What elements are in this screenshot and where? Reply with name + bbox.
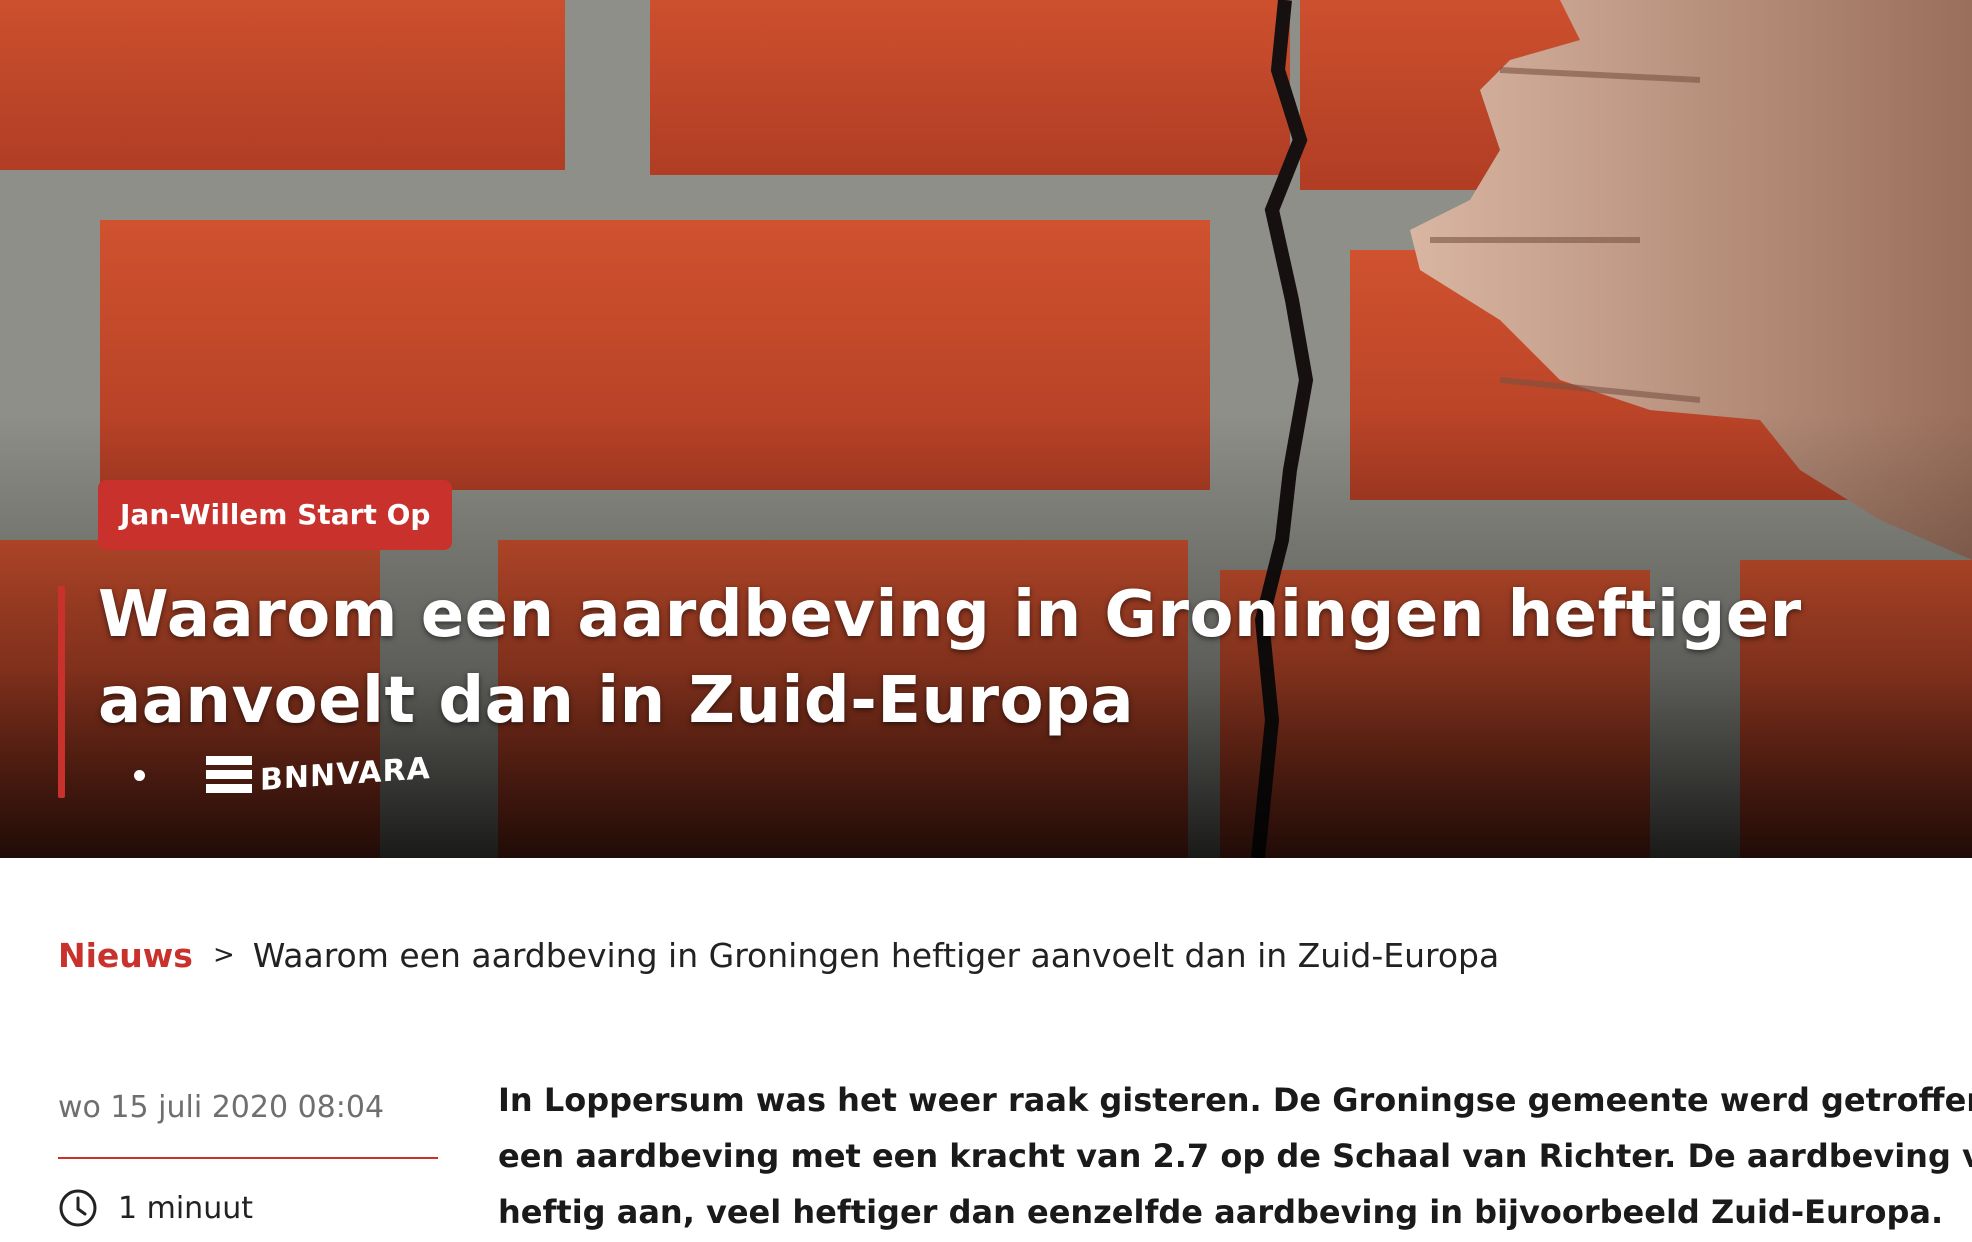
breadcrumb-current: Waarom een aardbeving in Groningen hefti… — [252, 935, 1500, 975]
clock-icon — [59, 1189, 97, 1227]
read-time-label: 1 minuut — [118, 1190, 253, 1226]
article-lead: In Loppersum was het weer raak gisteren.… — [498, 1072, 1972, 1240]
bullet-dot — [134, 770, 145, 781]
brand-logo-text: BNNVARA — [260, 750, 431, 798]
breadcrumb-home-link[interactable]: Nieuws — [58, 936, 193, 975]
article-title: Waarom een aardbeving in Groningen hefti… — [98, 572, 1878, 744]
breadcrumb: Nieuws > Waarom een aardbeving in Gronin… — [58, 930, 1499, 980]
brand-logo-mark — [206, 755, 252, 793]
category-tag[interactable]: Jan-Willem Start Op — [98, 480, 453, 550]
article-title-line-1: Waarom een aardbeving in Groningen hefti… — [98, 578, 1802, 652]
brand-logo[interactable]: BNNVARA — [206, 748, 431, 800]
read-time: 1 minuut — [58, 1186, 253, 1230]
article-page: Jan-Willem Start Op Waarom een aardbevin… — [0, 0, 1972, 1242]
article-lead-line-2: een aardbeving met een kracht van 2.7 op… — [498, 1137, 1972, 1175]
breadcrumb-separator: > — [212, 940, 235, 970]
article-lead-line-1: In Loppersum was het weer raak gisteren.… — [498, 1081, 1972, 1119]
meta-divider — [58, 1157, 438, 1159]
publish-date: wo 15 juli 2020 08:04 — [58, 1090, 385, 1125]
article-hero: Jan-Willem Start Op Waarom een aardbevin… — [0, 0, 1972, 858]
title-accent-bar — [58, 586, 65, 798]
article-title-line-2: aanvoelt dan in Zuid-Europa — [98, 664, 1135, 738]
article-lead-line-3: heftig aan, veel heftiger dan eenzelfde … — [498, 1193, 1944, 1231]
